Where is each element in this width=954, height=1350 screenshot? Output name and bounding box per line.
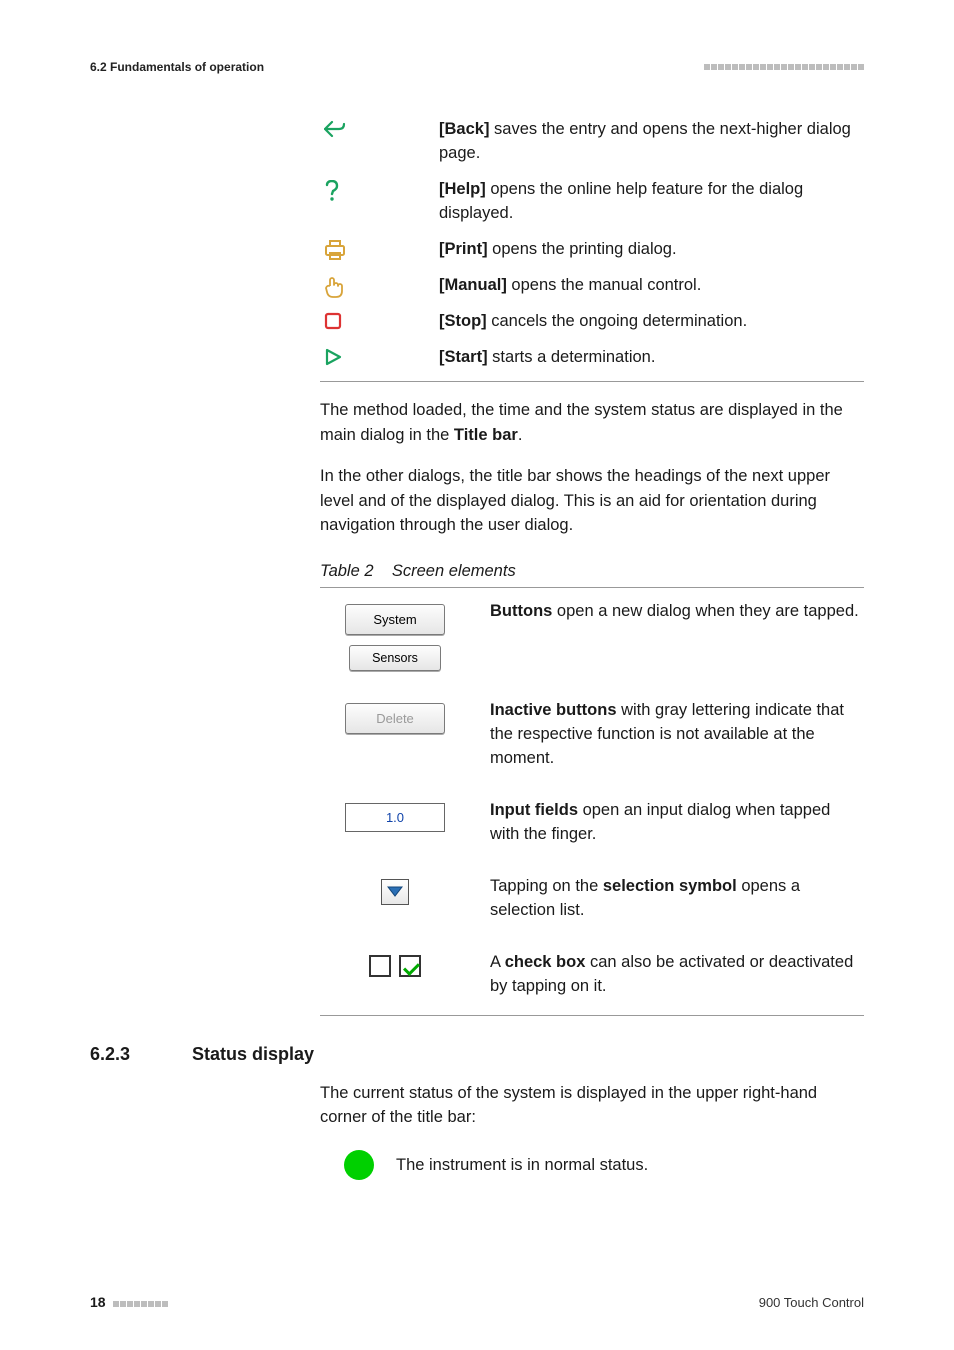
back-label: [Back] — [439, 120, 489, 138]
sensors-button[interactable]: Sensors — [349, 645, 441, 671]
back-desc: saves the entry and opens the next-highe… — [439, 120, 851, 162]
input-term: Input fields — [490, 801, 578, 819]
help-icon — [324, 180, 340, 202]
running-header: 6.2 Fundamentals of operation — [90, 60, 264, 74]
chevron-down-icon — [387, 886, 403, 898]
help-label: [Help] — [439, 180, 486, 198]
stop-icon — [324, 312, 342, 330]
section-title: Status display — [192, 1044, 314, 1065]
numeric-input-field[interactable]: 1.0 — [345, 803, 445, 832]
table-row: A check box can also be activated or dea… — [320, 939, 864, 1015]
fixed-button-row: [Manual] opens the manual control. — [320, 268, 864, 304]
fixed-button-row: [Start] starts a determination. — [320, 340, 864, 376]
start-desc: starts a determination. — [488, 348, 656, 366]
screen-elements-table: System Sensors Buttons open a new dialog… — [320, 587, 864, 1015]
header-ornament — [703, 64, 864, 70]
buttons-desc: open a new dialog when they are tapped. — [552, 602, 858, 620]
page-number: 18 — [90, 1294, 106, 1310]
fixed-button-row: [Help] opens the online help feature for… — [320, 172, 864, 232]
print-label: [Print] — [439, 240, 488, 258]
system-button[interactable]: System — [345, 604, 445, 635]
selection-symbol[interactable] — [381, 879, 409, 905]
status-para: The current status of the system is disp… — [320, 1081, 864, 1131]
status-normal-text: The instrument is in normal status. — [396, 1156, 648, 1175]
print-icon — [324, 240, 346, 260]
start-icon — [324, 348, 342, 366]
nav-aid-para: In the other dialogs, the title bar show… — [320, 464, 864, 538]
table2-caption: Table 2 Screen elements — [320, 562, 864, 581]
print-desc: opens the printing dialog. — [488, 240, 677, 258]
section-number: 6.2.3 — [90, 1044, 166, 1065]
sel-desc-a: Tapping on the — [490, 877, 603, 895]
manual-desc: opens the manual control. — [507, 276, 701, 294]
start-label: [Start] — [439, 348, 488, 366]
fixed-button-row: [Back] saves the entry and opens the nex… — [320, 112, 864, 172]
buttons-term: Buttons — [490, 602, 552, 620]
manual-icon — [324, 276, 344, 298]
back-icon — [324, 120, 346, 138]
delete-button-disabled: Delete — [345, 703, 445, 734]
table-row: System Sensors Buttons open a new dialog… — [320, 588, 864, 687]
help-desc: opens the online help feature for the di… — [439, 180, 803, 222]
fixed-button-row: [Print] opens the printing dialog. — [320, 232, 864, 268]
manual-label: [Manual] — [439, 276, 507, 294]
status-indicator-row: The instrument is in normal status. — [344, 1150, 864, 1180]
table-row: Delete Inactive buttons with gray letter… — [320, 687, 864, 787]
cb-desc-a: A — [490, 953, 505, 971]
footer-ornament — [112, 1294, 168, 1310]
footer-product: 900 Touch Control — [759, 1295, 864, 1310]
fixed-buttons-list: [Back] saves the entry and opens the nex… — [320, 112, 864, 382]
checkbox-unchecked[interactable] — [369, 955, 391, 977]
status-normal-icon — [344, 1150, 374, 1180]
inactive-term: Inactive buttons — [490, 701, 617, 719]
table-row: Tapping on the selection symbol opens a … — [320, 863, 864, 939]
fixed-button-row: [Stop] cancels the ongoing determination… — [320, 304, 864, 340]
stop-label: [Stop] — [439, 312, 487, 330]
stop-desc: cancels the ongoing determination. — [487, 312, 748, 330]
table-row: 1.0 Input fields open an input dialog wh… — [320, 787, 864, 863]
sel-term: selection symbol — [603, 877, 737, 895]
title-bar-para: The method loaded, the time and the syst… — [320, 398, 864, 448]
cb-term: check box — [505, 953, 586, 971]
checkbox-checked[interactable] — [399, 955, 421, 977]
